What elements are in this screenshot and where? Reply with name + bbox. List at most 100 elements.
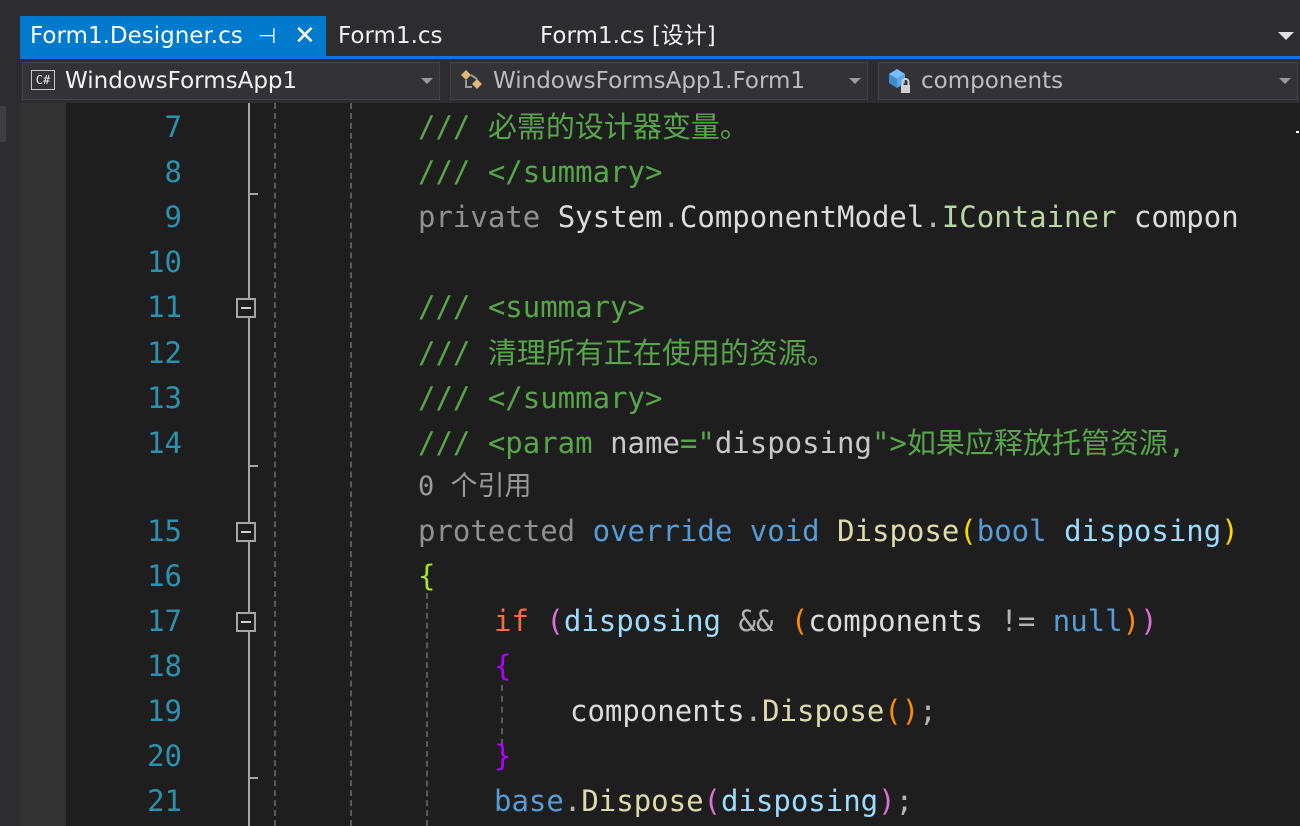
code-token: components bbox=[808, 604, 983, 638]
code-token: <summary> bbox=[487, 290, 645, 324]
code-line-7: /// 必需的设计器变量。 bbox=[418, 105, 749, 149]
code-token: Dispose bbox=[762, 694, 885, 728]
code-token: . bbox=[924, 200, 942, 234]
line-number: 13 bbox=[147, 381, 182, 415]
code-token: IContainer bbox=[941, 200, 1117, 234]
close-icon[interactable]: ✕ bbox=[294, 16, 316, 56]
code-token: if bbox=[494, 604, 547, 638]
member-dropdown-label: components bbox=[921, 68, 1064, 94]
code-token: 清理所有正在使用的资源。 bbox=[487, 336, 836, 370]
code-token: ; bbox=[895, 784, 914, 818]
code-token: 如果应释放托管资源, bbox=[906, 426, 1186, 460]
code-token: /// bbox=[418, 336, 488, 370]
code-token: . bbox=[662, 200, 680, 234]
line-number: 9 bbox=[164, 200, 182, 234]
code-line-13: /// </summary> bbox=[418, 376, 662, 420]
code-token: name bbox=[610, 426, 680, 460]
type-dropdown-label: WindowsFormsApp1.Form1 bbox=[493, 68, 806, 94]
code-token: disposing bbox=[1064, 514, 1222, 548]
csharp-project-icon: C# bbox=[31, 70, 55, 90]
line-number: 16 bbox=[147, 559, 182, 593]
code-token: disposing bbox=[714, 426, 872, 460]
outlining-end-tick bbox=[248, 193, 258, 195]
chevron-down-icon bbox=[421, 78, 433, 84]
code-line-19: components.Dispose(); bbox=[570, 689, 937, 733]
code-token: . bbox=[744, 694, 763, 728]
code-token: /// bbox=[418, 110, 488, 144]
code-token: } bbox=[494, 739, 512, 773]
code-line-16: { bbox=[418, 554, 435, 598]
code-token: 必需的设计器变量。 bbox=[487, 110, 749, 144]
code-line-21: base.Dispose(disposing); bbox=[494, 779, 913, 823]
code-token: disposing bbox=[721, 784, 879, 818]
code-token: "> bbox=[871, 426, 907, 460]
code-token: disposing bbox=[563, 604, 721, 638]
tab-label: Form1.cs bbox=[338, 23, 443, 49]
code-token: bool bbox=[976, 514, 1065, 548]
code-token: ( bbox=[546, 604, 564, 638]
code-token: Dispose bbox=[837, 514, 960, 548]
private-field-icon bbox=[889, 69, 910, 93]
code-token: System bbox=[557, 200, 663, 234]
code-token: ( bbox=[790, 604, 809, 638]
code-token: ( bbox=[703, 784, 721, 818]
collapse-region-icon[interactable] bbox=[236, 298, 256, 318]
tab-form1-cs[interactable]: Form1.cs bbox=[338, 16, 443, 56]
code-token: <param bbox=[487, 426, 611, 460]
line-number: 21 bbox=[147, 784, 182, 818]
code-token: components bbox=[570, 694, 745, 728]
type-dropdown[interactable]: WindowsFormsApp1.Form1 bbox=[450, 62, 868, 100]
outlining-end-tick bbox=[248, 465, 258, 467]
code-token: /// bbox=[418, 290, 488, 324]
code-token: </summary> bbox=[487, 381, 663, 415]
line-number: 18 bbox=[147, 649, 182, 683]
code-token: { bbox=[494, 649, 512, 683]
scroll-indicator bbox=[0, 106, 6, 142]
code-token: base bbox=[494, 784, 564, 818]
code-token: null bbox=[1052, 604, 1123, 638]
code-token: Dispose bbox=[581, 784, 704, 818]
code-token: protected bbox=[418, 514, 593, 548]
member-dropdown[interactable]: components bbox=[878, 62, 1298, 100]
code-token: ) bbox=[1140, 604, 1158, 638]
chevron-down-icon bbox=[1279, 78, 1291, 84]
code-editor[interactable]: 7 8 9 10 11 12 13 14 15 16 17 18 19 20 2… bbox=[20, 103, 1300, 826]
line-number: 19 bbox=[147, 694, 182, 728]
tab-form1-designer[interactable]: Form1.Designer.cs ⊣ ✕ bbox=[20, 16, 326, 56]
indent-guide bbox=[426, 593, 428, 826]
line-number: 17 bbox=[147, 604, 182, 638]
code-token: () bbox=[884, 694, 920, 728]
code-line-17: if (disposing && (components != null)) bbox=[494, 599, 1158, 643]
code-token: /// bbox=[418, 155, 488, 189]
left-tool-window-edge bbox=[0, 0, 20, 826]
line-number: 7 bbox=[164, 110, 182, 144]
code-token: ComponentModel bbox=[679, 200, 925, 234]
navigation-bar: C# WindowsFormsApp1 WindowsFormsApp1.For… bbox=[20, 59, 1300, 103]
code-token: ) bbox=[1122, 604, 1141, 638]
tab-form1-design[interactable]: Form1.cs [设计] bbox=[540, 16, 716, 56]
code-token: =" bbox=[679, 426, 715, 460]
code-token: ( bbox=[959, 514, 977, 548]
chevron-down-icon bbox=[849, 78, 861, 84]
code-line-8: /// </summary> bbox=[418, 150, 662, 194]
line-number: 14 bbox=[147, 426, 182, 460]
code-line-12: /// 清理所有正在使用的资源。 bbox=[418, 331, 836, 375]
code-token: . bbox=[563, 784, 582, 818]
code-token: void bbox=[749, 514, 838, 548]
pin-icon[interactable]: ⊣ bbox=[258, 16, 276, 56]
tab-label: Form1.Designer.cs bbox=[30, 23, 243, 49]
line-number: 20 bbox=[147, 739, 182, 773]
collapse-region-icon[interactable] bbox=[236, 522, 256, 542]
code-line-18: { bbox=[494, 644, 511, 688]
project-dropdown[interactable]: C# WindowsFormsApp1 bbox=[22, 62, 440, 100]
code-token: != bbox=[982, 604, 1053, 638]
collapse-region-icon[interactable] bbox=[236, 612, 256, 632]
class-icon bbox=[461, 70, 482, 89]
line-number: 12 bbox=[147, 336, 182, 370]
code-token: override bbox=[592, 514, 750, 548]
codelens-references[interactable]: 0 个引用 bbox=[418, 469, 532, 505]
code-token: /// bbox=[418, 426, 488, 460]
outlining-end-tick bbox=[248, 777, 258, 779]
line-number: 15 bbox=[147, 514, 182, 548]
tab-overflow-dropdown-icon[interactable] bbox=[1278, 32, 1294, 40]
